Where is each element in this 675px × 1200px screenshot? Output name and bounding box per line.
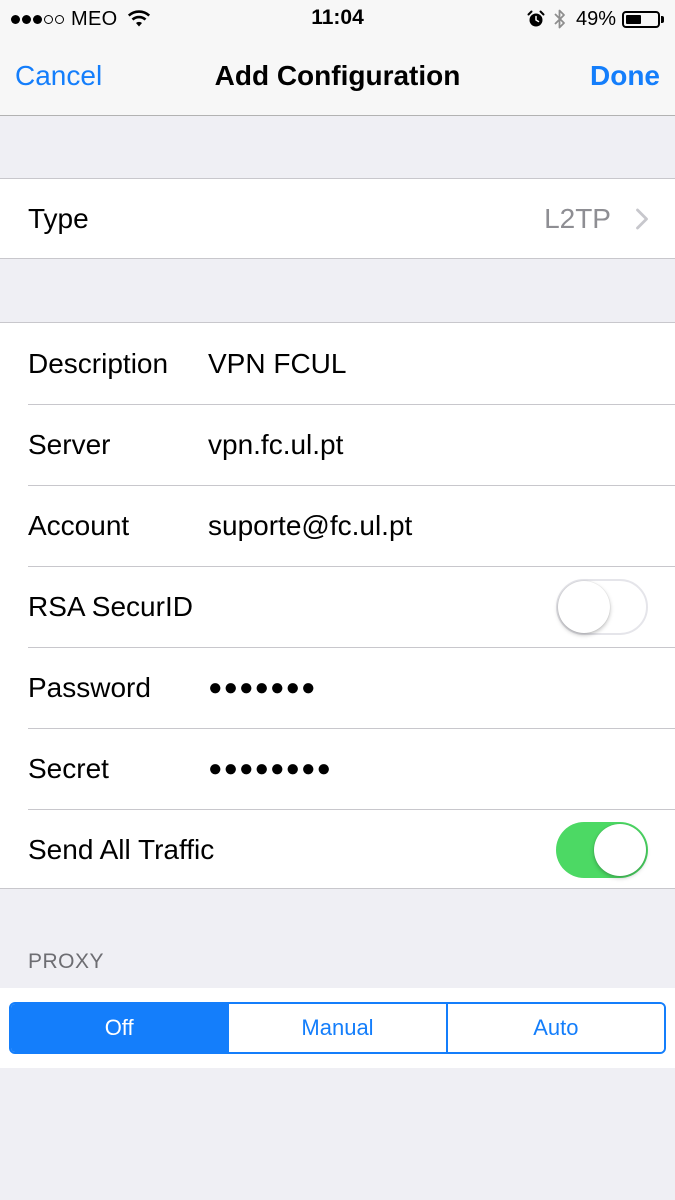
server-field[interactable]: vpn.fc.ul.pt [208, 404, 343, 485]
rsa-securid-row: RSA SecurID [0, 566, 675, 647]
proxy-section-header: PROXY [28, 950, 105, 973]
battery-percent: 49% [575, 7, 616, 30]
proxy-segmented-control: Off Manual Auto [9, 1002, 666, 1054]
status-right: 49% [527, 7, 664, 31]
battery-tip [661, 15, 664, 23]
description-field[interactable]: VPN FCUL [208, 323, 346, 404]
proxy-option-off[interactable]: Off [11, 1004, 228, 1052]
server-row[interactable]: Server vpn.fc.ul.pt [0, 404, 675, 485]
password-field[interactable]: ●●●●●●● [208, 647, 316, 728]
password-row[interactable]: Password ●●●●●●● [0, 647, 675, 728]
bluetooth-icon [553, 8, 566, 30]
type-group: Type L2TP [0, 178, 675, 259]
done-button[interactable]: Done [590, 60, 660, 92]
toggle-knob [558, 581, 610, 633]
battery-fill [626, 14, 641, 24]
type-row[interactable]: Type L2TP [0, 179, 675, 258]
proxy-group: Off Manual Auto [0, 988, 675, 1068]
toggle-knob [594, 824, 646, 876]
secret-field[interactable]: ●●●●●●●● [208, 728, 332, 809]
rsa-securid-toggle[interactable] [556, 579, 648, 635]
type-value: L2TP [544, 203, 611, 234]
account-field[interactable]: suporte@fc.ul.pt [208, 485, 412, 566]
server-label: Server [28, 429, 111, 460]
alarm-icon [527, 10, 545, 28]
account-row[interactable]: Account suporte@fc.ul.pt [0, 485, 675, 566]
description-label: Description [28, 348, 169, 379]
send-all-traffic-toggle[interactable] [556, 822, 648, 878]
proxy-option-auto[interactable]: Auto [445, 1004, 664, 1052]
cancel-button[interactable]: Cancel [15, 60, 102, 92]
battery-icon [622, 10, 660, 28]
vpn-settings-group: Description VPN FCUL Server vpn.fc.ul.pt… [0, 322, 675, 889]
send-all-traffic-label: Send All Traffic [28, 834, 215, 865]
description-row[interactable]: Description VPN FCUL [0, 323, 675, 404]
type-label: Type [28, 203, 89, 234]
proxy-option-manual[interactable]: Manual [227, 1004, 446, 1052]
send-all-traffic-row: Send All Traffic [0, 809, 675, 890]
navigation-bar: Cancel Add Configuration Done [0, 38, 675, 116]
rsa-securid-label: RSA SecurID [28, 591, 193, 622]
password-label: Password [28, 672, 151, 703]
secret-label: Secret [28, 753, 109, 784]
account-label: Account [28, 510, 130, 541]
status-bar: MEO 11:04 49% [0, 0, 675, 38]
chevron-right-icon [636, 208, 648, 230]
secret-row[interactable]: Secret ●●●●●●●● [0, 728, 675, 809]
